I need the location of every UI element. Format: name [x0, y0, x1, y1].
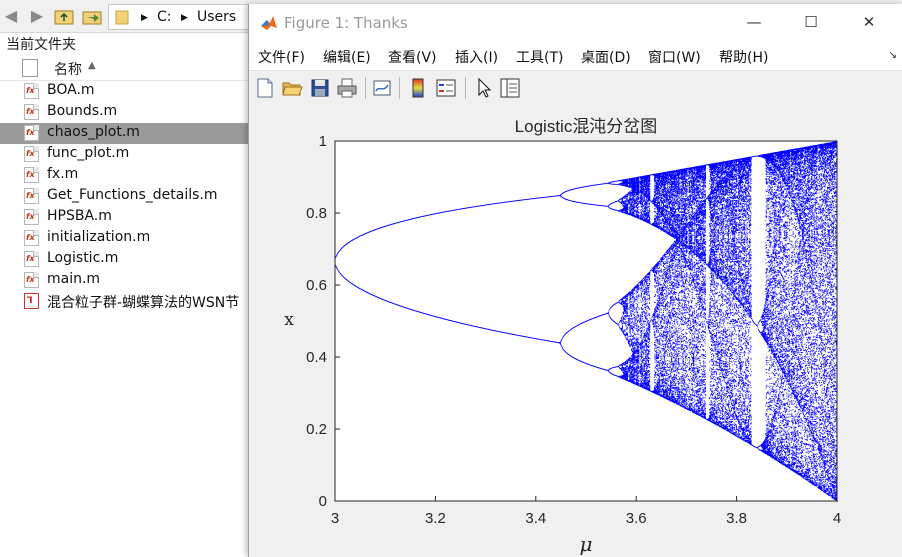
file-name: func_plot.m [47, 145, 130, 161]
title-bar[interactable]: Figure 1: Thanks — ☐ ✕ [249, 4, 902, 42]
y-tick-label: 0.2 [306, 421, 327, 438]
folder-icon [115, 10, 129, 25]
colorbar-icon[interactable] [407, 77, 429, 99]
menu-desktop[interactable]: 桌面(D) [581, 47, 631, 67]
figure-window: Figure 1: Thanks — ☐ ✕ 文件(F) 编辑(E) 查看(V)… [248, 4, 902, 557]
matlab-function-file-icon: fx [24, 251, 39, 267]
figure-toolbar [249, 70, 902, 106]
file-name: chaos_plot.m [47, 124, 140, 140]
file-name: BOA.m [47, 82, 95, 98]
legend-icon[interactable] [435, 77, 457, 99]
pointer-icon[interactable] [473, 77, 495, 99]
matlab-function-file-icon: fx [24, 104, 39, 120]
file-row[interactable]: ⅂ 混合粒子群-蝴蝶算法的WSN节 [0, 291, 250, 312]
name-column-header[interactable]: 名称 ▲ [0, 56, 250, 81]
x-tick-label: 4 [833, 510, 841, 527]
matlab-function-file-icon: fx [24, 167, 39, 183]
file-name: main.m [47, 271, 101, 287]
window-title: Figure 1: Thanks [284, 14, 408, 32]
back-arrow-icon[interactable]: ◀ [2, 7, 20, 25]
y-tick-label: 0 [319, 493, 327, 510]
x-axis-label: μ [580, 532, 593, 556]
matlab-function-file-icon: fx [24, 209, 39, 225]
x-tick-label: 3.4 [525, 510, 546, 527]
menu-view[interactable]: 查看(V) [388, 47, 437, 67]
file-row[interactable]: fx fx.m [0, 165, 250, 186]
menu-tools[interactable]: 工具(T) [516, 47, 563, 67]
current-folder-label: 当前文件夹 [6, 37, 76, 53]
file-row[interactable]: fx Get_Functions_details.m [0, 186, 250, 207]
toolbar-separator [365, 77, 366, 99]
matlab-function-file-icon: fx [24, 83, 39, 99]
up-folder-icon[interactable] [54, 7, 74, 25]
save-icon[interactable] [309, 77, 331, 99]
path-field[interactable]: ▶ C: ▶ Users [108, 4, 270, 30]
file-row[interactable]: fx func_plot.m [0, 144, 250, 165]
menu-bar: 文件(F) 编辑(E) 查看(V) 插入(I) 工具(T) 桌面(D) 窗口(W… [249, 42, 902, 70]
y-tick-label: 0.4 [306, 349, 327, 366]
file-row[interactable]: fx HPSBA.m [0, 207, 250, 228]
file-row[interactable]: fx main.m [0, 270, 250, 291]
matlab-function-file-icon: fx [24, 188, 39, 204]
figure-canvas: Logistic混沌分岔图 3 3.2 3.4 3.6 3.8 4 0 0.2 0.4 0.6 0.… [249, 105, 902, 557]
menu-window[interactable]: 窗口(W) [648, 47, 701, 67]
pdf-file-icon: ⅂ [24, 293, 39, 309]
matlab-function-file-icon: fx [24, 230, 39, 246]
toolbar-separator [465, 77, 466, 99]
path-separator-icon: ▶ [141, 13, 148, 23]
minimize-icon[interactable]: — [739, 10, 769, 34]
name-column-label: 名称 [54, 62, 82, 78]
file-name: Bounds.m [47, 103, 118, 119]
close-icon[interactable]: ✕ [854, 10, 884, 34]
x-tick-label: 3.2 [425, 510, 446, 527]
browse-folder-icon[interactable] [82, 7, 102, 25]
menu-file[interactable]: 文件(F) [258, 47, 305, 67]
menu-insert[interactable]: 插入(I) [455, 47, 498, 67]
path-segment[interactable]: Users [197, 5, 236, 29]
matlab-function-file-icon: fx [24, 146, 39, 162]
file-row[interactable]: fx Logistic.m [0, 249, 250, 270]
matlab-logo-icon [261, 16, 277, 30]
path-segment[interactable]: C: [157, 5, 172, 29]
property-inspector-icon[interactable] [499, 77, 521, 99]
chart-title: Logistic混沌分岔图 [515, 117, 658, 136]
y-tick-label: 0.6 [306, 277, 327, 294]
forward-arrow-icon[interactable]: ▶ [28, 7, 46, 25]
path-separator-icon: ▶ [181, 13, 188, 23]
file-name: Logistic.m [47, 250, 119, 266]
x-tick-label: 3 [331, 510, 339, 527]
bifurcation-chart: Logistic混沌分岔图 3 3.2 3.4 3.6 3.8 4 0 0.2 0.4 0.6 0.… [284, 117, 841, 556]
x-tick-label: 3.6 [626, 510, 647, 527]
y-tick-label: 0.8 [306, 205, 327, 222]
file-row[interactable]: fx BOA.m [0, 81, 250, 102]
maximize-icon[interactable]: ☐ [796, 10, 826, 34]
file-name: fx.m [47, 166, 79, 182]
print-icon[interactable] [336, 77, 358, 99]
file-row[interactable]: fx initialization.m [0, 228, 250, 249]
file-type-column-icon [22, 59, 38, 77]
x-tick-label: 3.8 [726, 510, 747, 527]
file-name: HPSBA.m [47, 208, 112, 224]
y-tick-label: 1 [319, 133, 327, 150]
y-axis-label: x [284, 310, 294, 330]
link-plot-icon[interactable] [371, 77, 393, 99]
matlab-function-file-icon: fx [24, 272, 39, 288]
file-name: 混合粒子群-蝴蝶算法的WSN节 [47, 295, 240, 311]
file-name: Get_Functions_details.m [47, 187, 218, 203]
matlab-function-file-icon: fx [24, 125, 39, 141]
open-file-icon[interactable] [281, 77, 303, 99]
file-row[interactable]: fx Bounds.m [0, 102, 250, 123]
menu-edit[interactable]: 编辑(E) [323, 47, 371, 67]
file-name: initialization.m [47, 229, 151, 245]
sort-ascending-icon: ▲ [88, 60, 96, 71]
menu-help[interactable]: 帮助(H) [719, 47, 768, 67]
file-row[interactable]: fx chaos_plot.m [0, 123, 250, 144]
toolbar-separator [399, 77, 400, 99]
new-figure-icon[interactable] [254, 77, 276, 99]
expand-toolbar-icon[interactable]: ↘ [889, 50, 897, 61]
file-list: fx BOA.m fx Bounds.m fx chaos_plot.m fx func_pl… [0, 81, 250, 312]
